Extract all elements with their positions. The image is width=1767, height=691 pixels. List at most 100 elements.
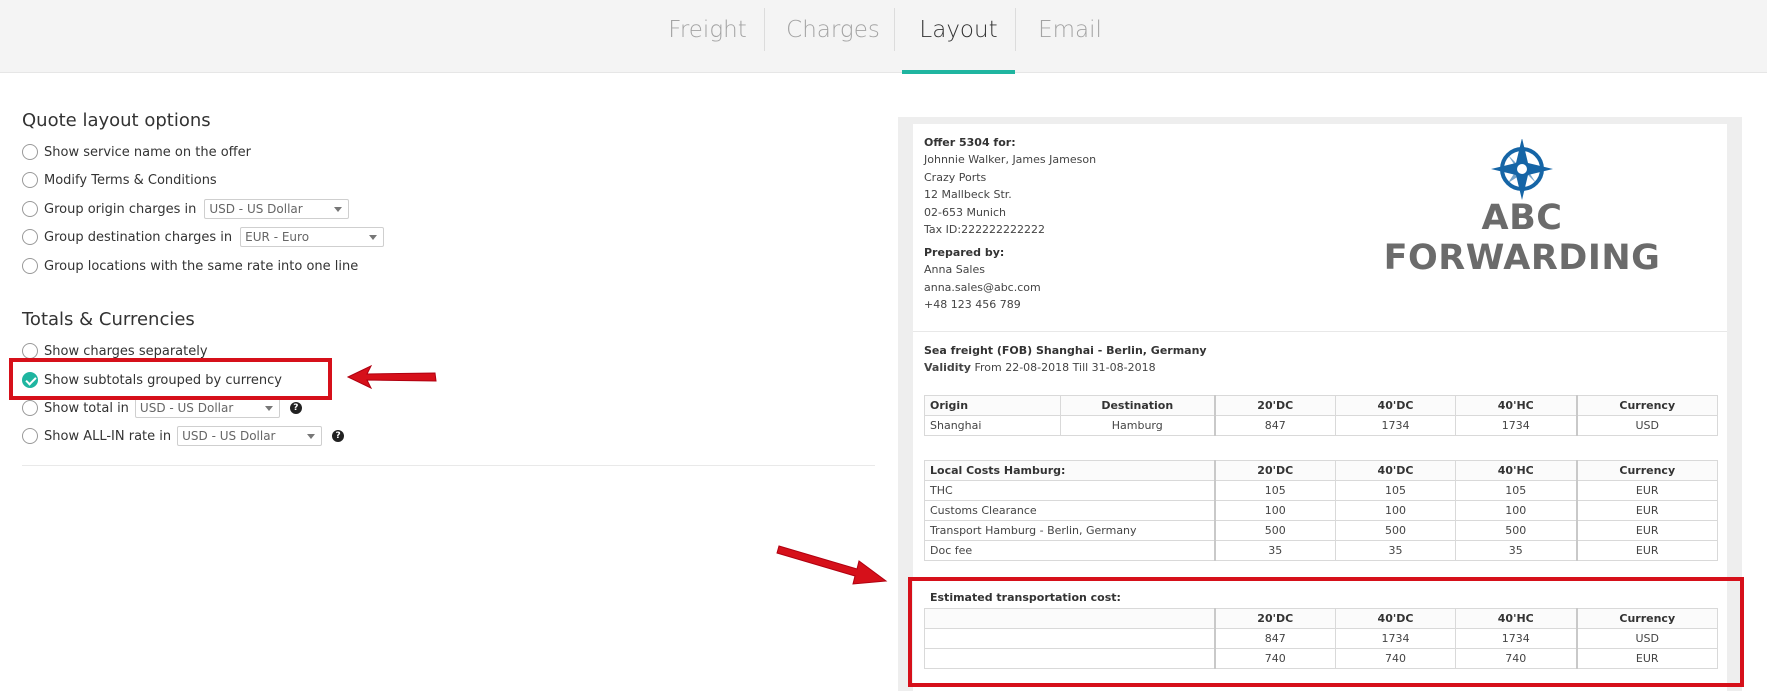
radio-total-in[interactable] — [22, 400, 38, 416]
tab-layout[interactable]: Layout — [902, 0, 1015, 73]
chevron-down-icon — [334, 207, 343, 212]
option-label: Show service name on the offer — [44, 144, 251, 160]
active-tab-indicator — [902, 70, 1015, 74]
option-service-name[interactable]: Show service name on the offer — [22, 141, 251, 163]
cell: 1734 — [1335, 415, 1456, 436]
freight-table: Origin Destination 20'DC 40'DC 40'HC Cur… — [924, 395, 1718, 436]
table-header-row: Origin Destination 20'DC 40'DC 40'HC Cur… — [924, 395, 1718, 416]
radio-modify-terms[interactable] — [22, 172, 38, 188]
col-header: Currency — [1576, 460, 1718, 481]
client-name: Johnnie Walker, James Jameson — [924, 153, 1097, 166]
option-label: Group origin charges in — [44, 201, 197, 217]
radio-service-name[interactable] — [22, 144, 38, 160]
cell: Hamburg — [1060, 415, 1215, 436]
tab-email[interactable]: Email — [1030, 0, 1110, 73]
col-header: 40'HC — [1455, 460, 1578, 481]
tab-freight[interactable]: Freight — [660, 0, 755, 73]
agent-email: anna.sales@abc.com — [924, 281, 1041, 294]
cell: EUR — [1576, 540, 1718, 561]
tab-charges[interactable]: Charges — [783, 0, 883, 73]
tab-separator — [1015, 8, 1016, 51]
tab-separator — [764, 8, 765, 51]
validity-label: Validity — [924, 361, 971, 374]
col-header: 40'DC — [1335, 395, 1456, 416]
option-modify-terms[interactable]: Modify Terms & Conditions — [22, 169, 217, 191]
select-value: EUR - Euro — [245, 230, 310, 244]
highlight-box — [908, 577, 1744, 687]
brand-name: ABC FORWARDING — [1383, 198, 1661, 278]
cell: 100 — [1213, 500, 1336, 521]
cell: 105 — [1213, 480, 1336, 501]
tab-bar: Freight Charges Layout Email — [0, 0, 1767, 74]
client-city: 02-653 Munich — [924, 206, 1006, 219]
totals-currencies-title: Totals & Currencies — [22, 309, 195, 330]
option-label: Show ALL-IN rate in — [44, 428, 172, 444]
col-header: Origin — [924, 395, 1061, 416]
option-total-in[interactable]: Show total in USD - US Dollar ? — [22, 397, 302, 419]
col-header: Destination — [1060, 395, 1215, 416]
prepared-by-label: Prepared by: — [924, 246, 1005, 259]
cell: Transport Hamburg - Berlin, Germany — [924, 520, 1215, 541]
client-company: Crazy Ports — [924, 171, 987, 184]
divider — [22, 465, 875, 466]
chevron-down-icon — [264, 406, 273, 411]
radio-group-destination[interactable] — [22, 229, 38, 245]
cell: 105 — [1455, 480, 1578, 501]
select-value: USD - US Dollar — [182, 429, 276, 443]
option-all-in-rate[interactable]: Show ALL-IN rate in USD - US Dollar ? — [22, 425, 345, 447]
table-row: Doc fee 35 35 35 EUR — [924, 540, 1718, 561]
option-group-origin[interactable]: Group origin charges in USD - US Dollar — [22, 198, 350, 220]
cell: Shanghai — [924, 415, 1061, 436]
radio-all-in-rate[interactable] — [22, 428, 38, 444]
cell: 500 — [1455, 520, 1578, 541]
cell: Doc fee — [924, 540, 1215, 561]
help-icon[interactable]: ? — [289, 402, 302, 414]
select-value: USD - US Dollar — [139, 401, 234, 415]
agent-name: Anna Sales — [924, 263, 985, 276]
option-group-destination[interactable]: Group destination charges in EUR - Euro — [22, 226, 385, 248]
table-row: THC 105 105 105 EUR — [924, 480, 1718, 501]
col-header: Currency — [1576, 395, 1718, 416]
arrow-left-icon — [346, 364, 437, 390]
document-divider — [913, 331, 1727, 332]
cell: EUR — [1576, 480, 1718, 501]
col-header: 40'HC — [1455, 395, 1578, 416]
arrow-down-right-icon — [776, 545, 888, 585]
col-header: 20'DC — [1213, 395, 1336, 416]
table-row: Customs Clearance 100 100 100 EUR — [924, 500, 1718, 521]
radio-group-origin[interactable] — [22, 201, 38, 217]
table-header-row: Local Costs Hamburg: 20'DC 40'DC 40'HC C… — [924, 460, 1718, 481]
quote-layout-title: Quote layout options — [22, 110, 211, 131]
freight-title: Sea freight (FOB) Shanghai - Berlin, Ger… — [924, 344, 1207, 357]
cell: THC — [924, 480, 1215, 501]
help-icon[interactable]: ? — [332, 430, 345, 442]
table-row: Transport Hamburg - Berlin, Germany 500 … — [924, 520, 1718, 541]
option-label: Modify Terms & Conditions — [44, 172, 217, 188]
offer-for-label: Offer 5304 for: — [924, 136, 1016, 149]
cell: 100 — [1455, 500, 1578, 521]
total-currency-select[interactable]: USD - US Dollar — [134, 398, 280, 418]
destination-currency-select[interactable]: EUR - Euro — [240, 227, 385, 247]
client-street: 12 Mallbeck Str. — [924, 188, 1012, 201]
tab-separator — [894, 8, 895, 51]
radio-charges-separately[interactable] — [22, 343, 38, 359]
option-label: Group locations with the same rate into … — [44, 258, 359, 274]
highlight-box — [9, 358, 332, 400]
cell: EUR — [1576, 520, 1718, 541]
cell: 500 — [1213, 520, 1336, 541]
cell: 500 — [1335, 520, 1456, 541]
radio-group-locations[interactable] — [22, 258, 38, 274]
cell: 35 — [1455, 540, 1578, 561]
agent-phone: +48 123 456 789 — [924, 298, 1021, 311]
option-group-locations[interactable]: Group locations with the same rate into … — [22, 255, 358, 277]
origin-currency-select[interactable]: USD - US Dollar — [204, 199, 350, 219]
client-tax: Tax ID:222222222222 — [924, 223, 1046, 236]
cell: 35 — [1213, 540, 1336, 561]
col-header: Local Costs Hamburg: — [924, 460, 1215, 481]
cell: 100 — [1335, 500, 1456, 521]
cell: Customs Clearance — [924, 500, 1215, 521]
chevron-down-icon — [369, 235, 378, 240]
cell: 35 — [1335, 540, 1456, 561]
cell: 105 — [1335, 480, 1456, 501]
all-in-currency-select[interactable]: USD - US Dollar — [177, 426, 323, 446]
